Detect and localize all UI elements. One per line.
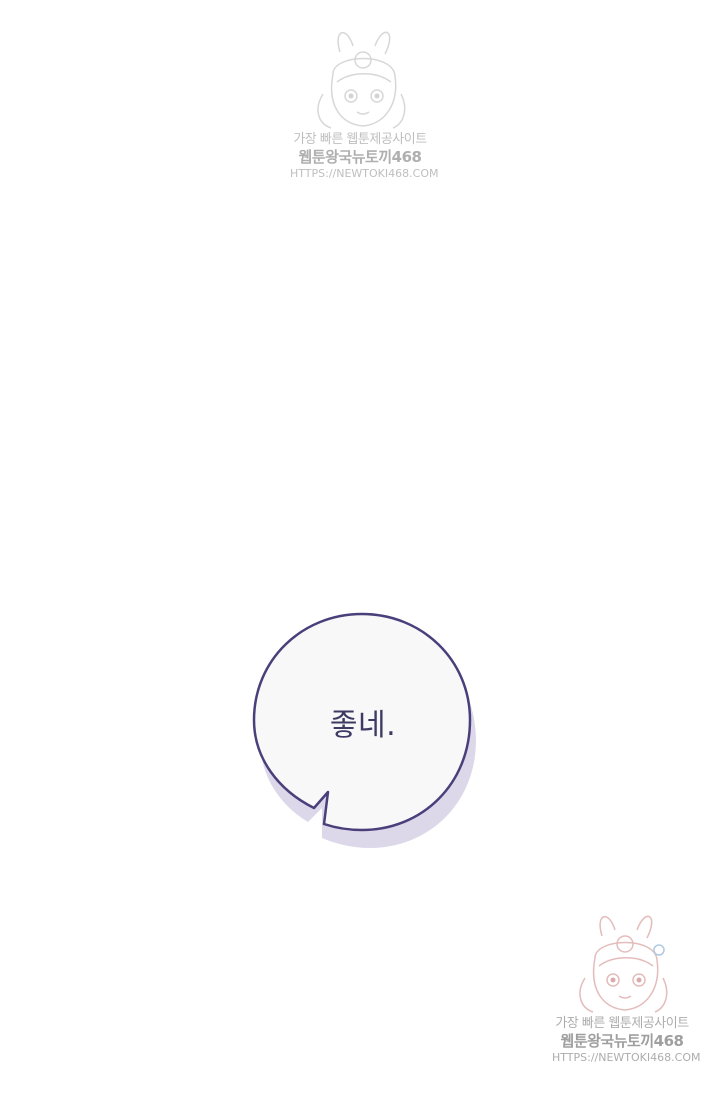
- watermark-tagline: 가장 빠른 웹툰제공사이트: [555, 1016, 689, 1031]
- watermark-top: 가장 빠른 웹툰제공사이트 웹툰왕국뉴토끼468 HTTPS://NEWTOKI…: [290, 24, 439, 181]
- speech-bubble-text: 좋네.: [329, 708, 397, 743]
- watermark-url: HTTPS://NEWTOKI468.COM: [552, 1051, 701, 1064]
- mascot-logo-icon: [317, 31, 406, 129]
- watermark-bottom: 가장 빠른 웹툰제공사이트 웹툰왕국뉴토끼468 HTTPS://NEWTOKI…: [552, 908, 701, 1065]
- watermark-tagline: 가장 빠른 웹툰제공사이트: [293, 132, 427, 147]
- mascot-logo-icon: [579, 915, 668, 1013]
- speech-bubble: 좋네.: [248, 608, 480, 856]
- watermark-site-name: 웹툰왕국뉴토끼468: [298, 148, 422, 167]
- watermark-url: HTTPS://NEWTOKI468.COM: [290, 167, 439, 180]
- watermark-site-name: 웹툰왕국뉴토끼468: [560, 1032, 684, 1051]
